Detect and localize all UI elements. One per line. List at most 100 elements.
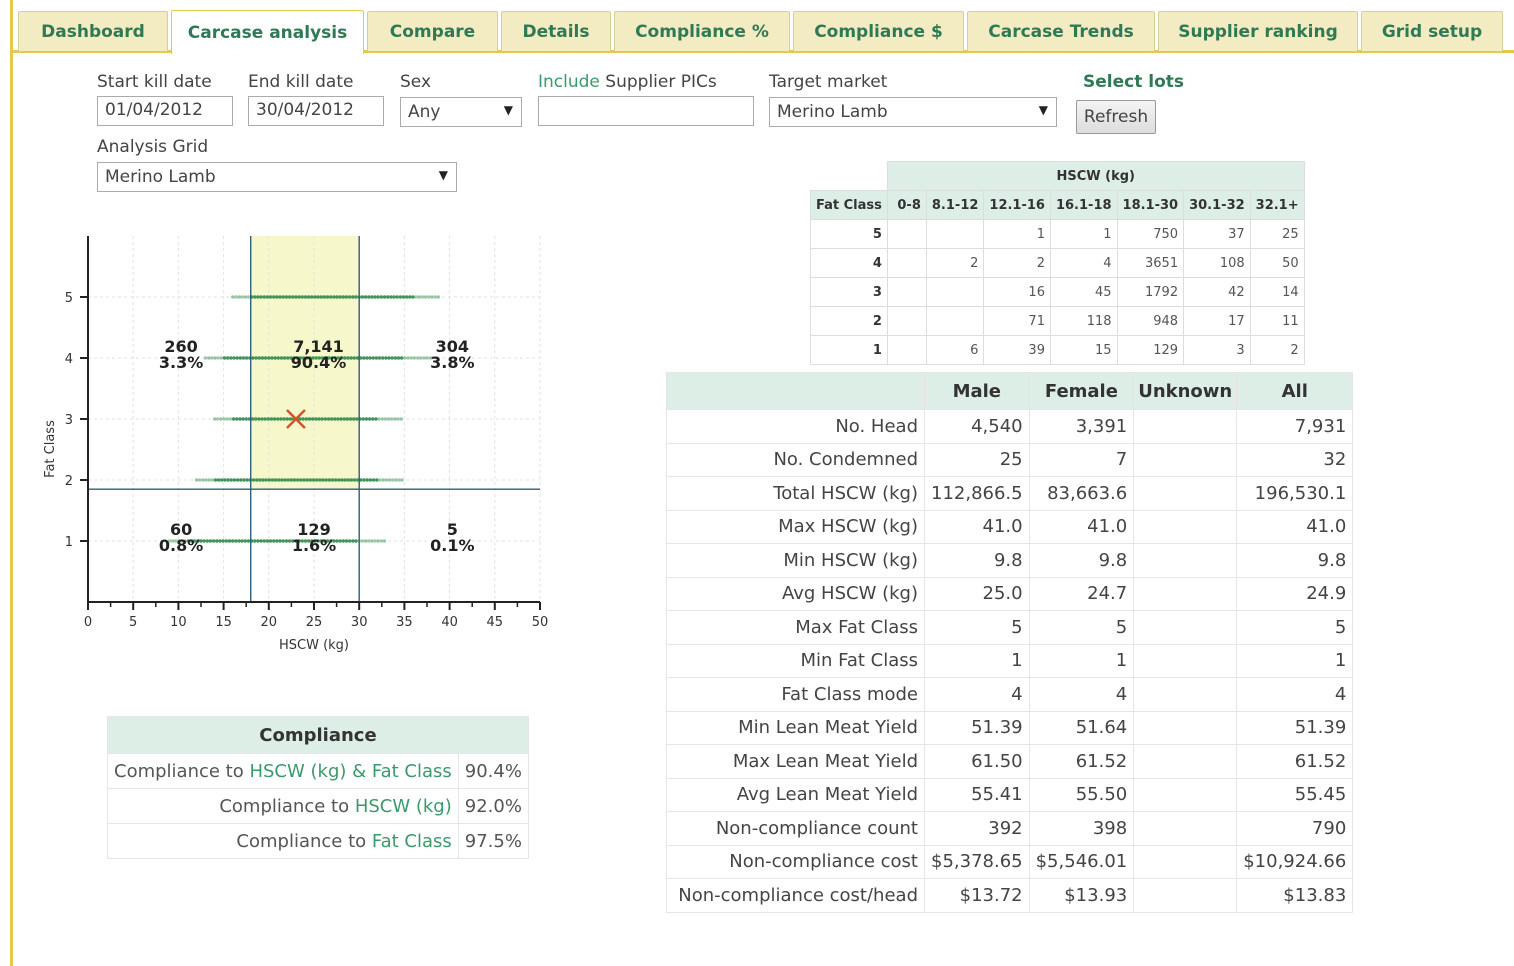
compliance-link[interactable]: HSCW (kg) [355,796,452,817]
supplier-pics-input[interactable] [538,96,754,126]
data-point [348,417,353,421]
data-point [208,539,213,543]
supplier-pics-text: Supplier PICs [599,72,717,92]
stats-row: Avg Lean Meat Yield 55.41 55.50 55.45 [666,777,1354,812]
hscw-count-cell: 2 [1249,335,1305,365]
data-point [371,356,375,360]
stats-row: Max HSCW (kg) 41.0 41.0 41.0 [666,509,1354,544]
data-point [229,478,233,482]
target-market-select[interactable]: Merino Lamb ▼ [769,97,1057,127]
compliance-label: Compliance to HSCW (kg) & Fat Class [107,753,459,789]
data-point [387,356,391,360]
analysis-grid-select[interactable]: Merino Lamb ▼ [97,162,457,192]
hscw-count-cell: 1 [1049,219,1118,249]
compliance-row: Compliance to HSCW (kg) & Fat Class 90.4% [107,753,529,789]
x-tick-label: 10 [170,615,187,630]
y-tick-label: 5 [65,291,73,306]
data-point [276,417,280,421]
select-lots-link[interactable]: Select lots [1083,72,1184,92]
compliance-link[interactable]: HSCW (kg) & Fat Class [249,761,451,782]
data-point [368,356,372,360]
region-percent-label: 3.8% [430,353,474,372]
data-point [364,417,369,421]
hscw-col-header: 16.1-18 [1049,190,1118,220]
data-point [360,539,365,543]
stats-row: Total HSCW (kg) 112,866.5 83,663.6 196,530.… [666,476,1354,511]
data-point [398,295,403,299]
tab-compare[interactable]: Compare [367,11,498,51]
data-point [320,417,324,421]
data-point [400,478,404,482]
target-market-label: Target market [769,72,888,92]
data-point [422,356,426,360]
data-point [346,356,350,360]
data-point [219,417,223,421]
refresh-button[interactable]: Refresh [1076,100,1156,134]
stats-header-unknown: Unknown [1133,372,1238,410]
tab-carcase-analysis[interactable]: Carcase analysis [171,10,364,54]
stats-value-cell: 790 [1236,811,1354,846]
data-point [240,539,244,543]
data-point [291,295,295,299]
stats-value-cell [1133,610,1238,645]
stats-value-cell: 4 [1236,677,1354,712]
hscw-count-cell [886,219,927,249]
data-point [376,295,380,299]
stats-value-cell: 392 [924,811,1030,846]
data-point [275,539,279,543]
data-point [254,356,258,360]
sex-select[interactable]: Any ▼ [400,97,522,127]
stats-value-cell: 4 [924,677,1030,712]
data-point [256,539,260,543]
data-point [201,478,205,482]
start-date-input[interactable]: 01/04/2012 [97,96,233,126]
data-point [210,356,214,360]
data-point [228,417,233,421]
stats-row: Min HSCW (kg) 9.8 9.8 9.8 [666,543,1354,578]
hscw-count-cell: 16 [983,277,1051,307]
data-point [204,478,208,482]
data-point [349,356,353,360]
hscw-row: 3 16 45 1792 42 14 [810,277,1305,307]
data-point [387,478,392,482]
tab-carcase-trends[interactable]: Carcase Trends [967,11,1155,51]
include-link[interactable]: Include [538,72,600,92]
x-axis-label: HSCW (kg) [279,638,349,653]
stats-row-label: Max Fat Class [666,610,925,645]
hscw-count-cell: 25 [1249,219,1305,249]
tab-grid-setup[interactable]: Grid setup [1361,11,1503,51]
tab-bar: Dashboard Carcase analysis Compare Detai… [13,8,1514,54]
region-percent-label: 3.3% [159,353,203,372]
data-point [253,417,258,421]
stats-value-cell: $10,924.66 [1236,844,1354,879]
tab-dashboard[interactable]: Dashboard [18,11,168,51]
x-tick-label: 45 [487,615,504,630]
data-point [415,356,420,360]
hscw-col-header: 12.1-16 [983,190,1051,220]
data-point [220,478,224,482]
tab-compliance-percent[interactable]: Compliance % [614,11,790,51]
compliance-link[interactable]: Fat Class [372,831,452,852]
hscw-count-cell: 2 [925,248,985,278]
hscw-count-cell: 108 [1183,248,1251,278]
data-point [275,295,279,299]
stats-value-cell: 51.39 [924,710,1030,745]
data-point [318,478,322,482]
chevron-down-icon: ▼ [503,103,513,117]
stats-value-cell: 5 [1236,610,1354,645]
data-point [377,417,381,421]
data-point [265,539,270,543]
hscw-count-cell [886,335,927,365]
x-tick-label: 35 [396,615,413,630]
stats-value-cell [1133,777,1238,812]
hscw-title: HSCW (kg) [886,161,1305,191]
stats-value-cell: 4,540 [924,409,1030,444]
tab-details[interactable]: Details [501,11,611,51]
tab-supplier-ranking[interactable]: Supplier ranking [1158,11,1358,51]
end-date-input[interactable]: 30/04/2012 [248,96,384,126]
data-point [344,539,349,543]
stats-row-label: Non-compliance cost/head [666,878,925,913]
tab-compliance-dollar[interactable]: Compliance $ [793,11,964,51]
data-point [239,478,243,482]
data-point [265,295,270,299]
